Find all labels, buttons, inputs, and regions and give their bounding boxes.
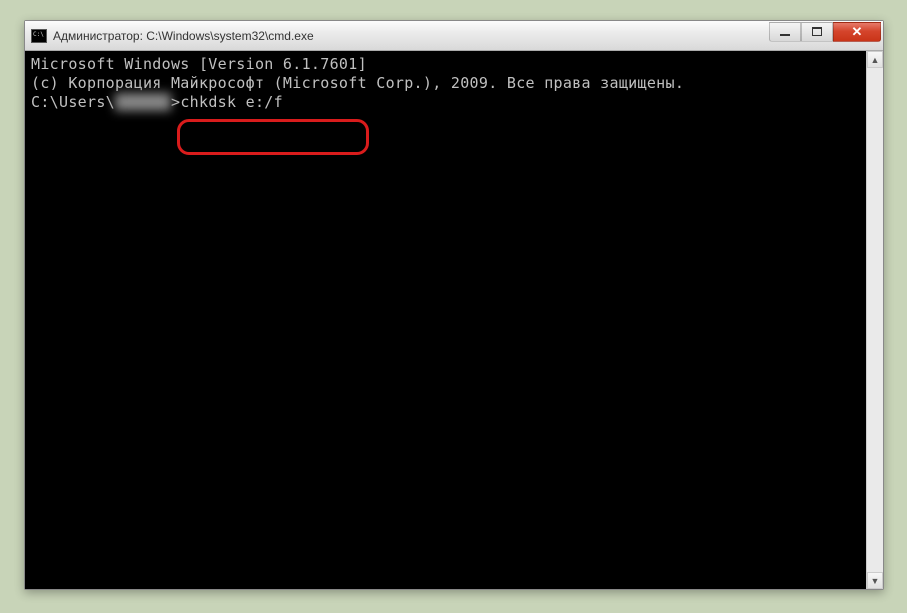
titlebar[interactable]: Администратор: C:\Windows\system32\cmd.e…: [25, 21, 883, 51]
cmd-window: Администратор: C:\Windows\system32\cmd.e…: [24, 20, 884, 590]
cmd-icon: [31, 29, 47, 43]
close-button[interactable]: ✕: [833, 22, 881, 42]
minimize-icon: [780, 34, 790, 36]
version-line: Microsoft Windows [Version 6.1.7601]: [31, 55, 860, 74]
scroll-down-icon: ▼: [871, 576, 880, 586]
maximize-icon: [812, 27, 822, 36]
scroll-down-button[interactable]: ▼: [867, 572, 883, 589]
prompt-path: C:\Users\: [31, 93, 115, 112]
scroll-up-button[interactable]: ▲: [867, 51, 883, 68]
vertical-scrollbar[interactable]: ▲ ▼: [866, 51, 883, 589]
prompt-line: C:\Users\██████>chkdsk e:/f: [31, 93, 860, 112]
command-text: chkdsk e:/f: [180, 93, 283, 112]
close-icon: ✕: [852, 25, 863, 38]
scroll-track[interactable]: [867, 68, 883, 572]
minimize-button[interactable]: [769, 22, 801, 42]
console-body: Microsoft Windows [Version 6.1.7601] (c)…: [25, 51, 883, 589]
window-controls: ✕: [769, 22, 881, 42]
prompt-separator: >: [171, 93, 180, 112]
copyright-line: (c) Корпорация Майкрософт (Microsoft Cor…: [31, 74, 860, 93]
maximize-button[interactable]: [801, 22, 833, 42]
window-title: Администратор: C:\Windows\system32\cmd.e…: [53, 29, 769, 43]
prompt-username-hidden: ██████: [115, 93, 171, 112]
scroll-up-icon: ▲: [871, 55, 880, 65]
console-output[interactable]: Microsoft Windows [Version 6.1.7601] (c)…: [25, 51, 866, 589]
